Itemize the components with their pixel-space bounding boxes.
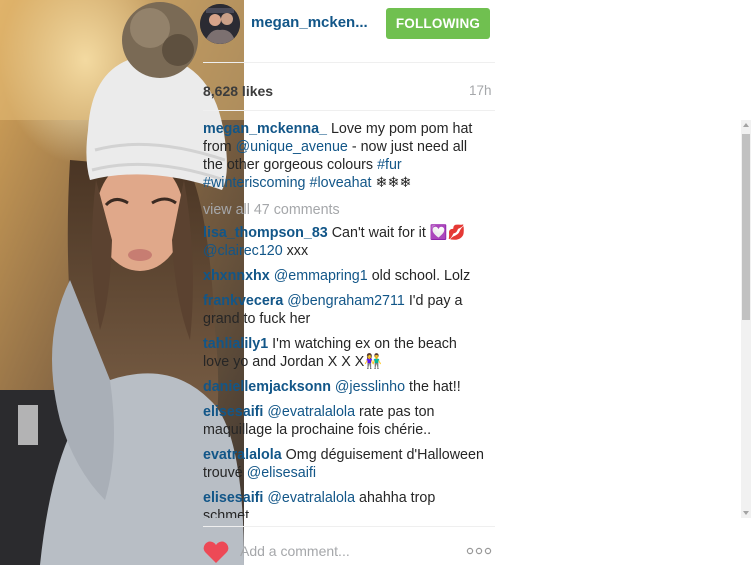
comments-list: megan_mckenna_ Love my pom pom hat from … [203, 120, 485, 518]
caption-hashtag[interactable]: #loveahat [310, 175, 372, 191]
post-caption: megan_mckenna_ Love my pom pom hat from … [203, 120, 485, 192]
comment-username[interactable]: xhxnnxhx [203, 268, 270, 284]
view-all-comments-link[interactable]: view all 47 comments [203, 201, 485, 219]
add-comment-input[interactable] [240, 540, 460, 562]
comment-text: Can't wait for it 💟💋 [327, 225, 466, 241]
comment-item: elisesaifi @evatralalola ahahha trop sch… [203, 489, 485, 518]
post-timestamp[interactable]: 17h [469, 83, 492, 98]
comment-item: evatralalola Omg déguisement d'Halloween… [203, 446, 485, 482]
footer-divider [203, 526, 495, 527]
comment-username[interactable]: elisesaifi [203, 404, 263, 420]
comment-item: elisesaifi @evatralalola rate pas ton ma… [203, 403, 485, 439]
post-username[interactable]: megan_mcken... [251, 14, 368, 31]
comment-mention[interactable]: @emmapring1 [274, 268, 368, 284]
comment-username[interactable]: tahlialily1 [203, 336, 268, 352]
comment-mention[interactable]: @jesslinho [335, 379, 405, 395]
comment-mention[interactable]: @clairec120 [203, 243, 283, 259]
comment-mention[interactable]: @elisesaifi [247, 465, 316, 481]
comment-mention[interactable]: @evatralalola [267, 490, 355, 506]
comment-mention[interactable]: @bengraham2711 [287, 293, 405, 309]
comment-item: xhxnnxhx @emmapring1 old school. Lolz [203, 267, 485, 285]
comment-mention[interactable]: @evatralalola [267, 404, 355, 420]
user-avatar[interactable] [200, 4, 240, 44]
comments-scrollbar[interactable] [741, 120, 751, 518]
comment-username[interactable]: frankvecera [203, 293, 283, 309]
caption-mention[interactable]: @unique_avenue [236, 139, 348, 155]
comment-item: daniellemjacksonn @jesslinho the hat!! [203, 378, 485, 396]
more-options-icon[interactable] [466, 546, 492, 556]
comment-item: frankvecera @bengraham2711 I'd pay a gra… [203, 292, 485, 328]
avatar-image [200, 4, 240, 44]
header-divider [203, 62, 495, 63]
comment-item: lisa_thompson_83 Can't wait for it 💟💋 @c… [203, 224, 485, 260]
likes-divider [203, 110, 495, 111]
caption-text: ❄❄❄ [371, 175, 412, 191]
comment-text: xxx [282, 243, 309, 259]
caption-hashtag[interactable]: #winteriscoming [203, 175, 306, 191]
caption-hashtag[interactable]: #fur [377, 157, 402, 173]
comment-item: tahlialily1 I'm watching ex on the beach… [203, 335, 485, 371]
scrollbar-thumb[interactable] [742, 134, 750, 320]
comment-username[interactable]: evatralalola [203, 447, 282, 463]
caption-username[interactable]: megan_mckenna_ [203, 121, 327, 137]
scroll-down-arrow-icon[interactable] [741, 508, 751, 518]
comment-text: the hat!! [405, 379, 461, 395]
scroll-up-arrow-icon[interactable] [741, 120, 751, 130]
comment-username[interactable]: elisesaifi [203, 490, 263, 506]
heart-icon[interactable] [203, 540, 229, 564]
comment-text: old school. Lolz [367, 268, 471, 284]
likes-count[interactable]: 8,628 likes [203, 83, 273, 99]
comment-username[interactable]: daniellemjacksonn [203, 379, 331, 395]
following-button[interactable]: FOLLOWING [386, 8, 490, 39]
comment-username[interactable]: lisa_thompson_83 [203, 225, 328, 241]
